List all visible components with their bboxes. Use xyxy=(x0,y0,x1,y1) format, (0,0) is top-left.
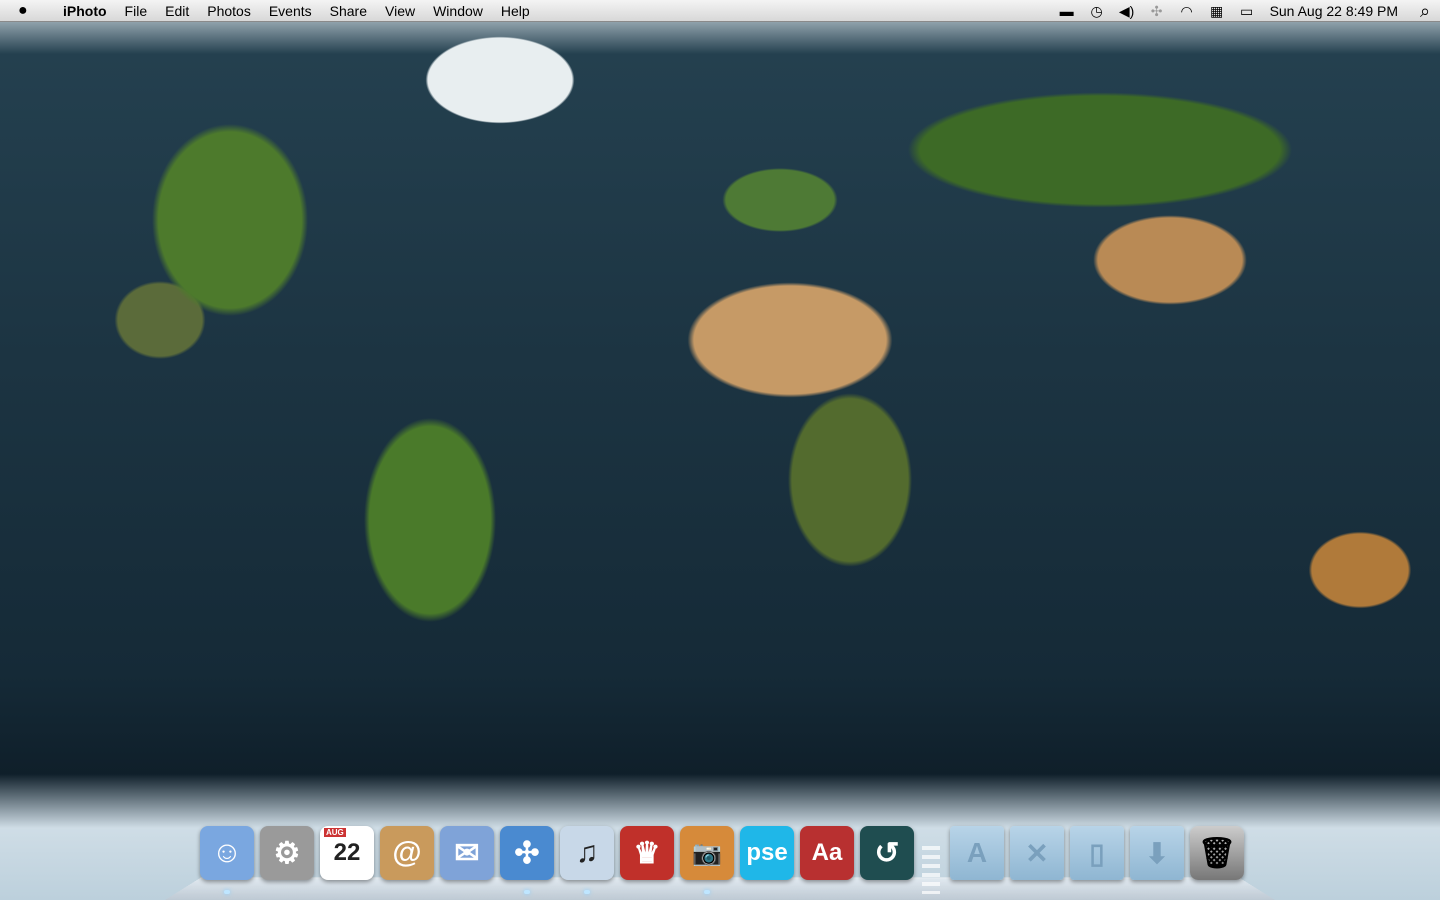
dock-app-address-book[interactable]: @ xyxy=(380,826,434,880)
folder-glyph-icon: ▯ xyxy=(1089,837,1105,869)
dock-shelf xyxy=(165,877,1275,900)
trash-icon: 🗑 xyxy=(1197,836,1237,870)
menu-window[interactable]: Window xyxy=(424,3,492,19)
dock-app-ical[interactable]: 22 AUG xyxy=(320,826,374,880)
dock-icon-glyph: ♫ xyxy=(575,836,599,869)
display-icon[interactable]: ▬ xyxy=(1052,3,1082,19)
dock-app-photoshop-elements[interactable]: pse xyxy=(740,826,794,880)
dock-icon-glyph: ✉ xyxy=(454,836,480,870)
dock-folder-documents[interactable]: ▯ xyxy=(1070,826,1124,880)
dock-folder-applications[interactable]: A xyxy=(950,826,1004,880)
dock-icon-glyph: @ xyxy=(392,836,422,869)
dock-icon-glyph: ♛ xyxy=(633,836,661,870)
menu-bar: ● iPhoto File Edit Photos Events Share V… xyxy=(0,0,1440,22)
menu-edit[interactable]: Edit xyxy=(156,3,198,19)
dock-icon-glyph: 📷 xyxy=(692,839,722,867)
menu-events[interactable]: Events xyxy=(260,3,321,19)
folder-glyph-icon: ✕ xyxy=(1025,837,1049,869)
bluetooth-icon[interactable]: ✣ xyxy=(1142,3,1172,20)
running-indicator xyxy=(704,890,710,894)
ical-month: AUG xyxy=(324,828,346,837)
dock-icon-glyph: pse xyxy=(746,839,788,866)
dock-app-iphoto[interactable]: 📷 xyxy=(680,826,734,880)
dock-separator[interactable] xyxy=(922,846,940,894)
running-indicator xyxy=(524,890,530,894)
running-indicator xyxy=(584,890,590,894)
dock-icon-glyph: Aa xyxy=(811,839,843,866)
dock-icon-glyph: 22 xyxy=(333,839,361,866)
folder-glyph-icon: ⬇ xyxy=(1145,837,1169,869)
folder-glyph-icon: A xyxy=(966,837,988,868)
dock-folder-utilities[interactable]: ✕ xyxy=(1010,826,1064,880)
dock-app-safari[interactable]: ✣ xyxy=(500,826,554,880)
dock-folder-downloads[interactable]: ⬇ xyxy=(1130,826,1184,880)
spotlight-icon[interactable]: ⌕ xyxy=(1410,1,1440,22)
battery-icon[interactable]: ▭ xyxy=(1232,3,1262,20)
dock-icon-glyph: ⚙ xyxy=(273,836,301,870)
dock-app-time-machine[interactable]: ↺ xyxy=(860,826,914,880)
dock-app-front-row[interactable]: ♛ xyxy=(620,826,674,880)
running-indicator xyxy=(224,890,230,894)
clock[interactable]: Sun Aug 22 8:49 PM xyxy=(1262,3,1410,19)
dock-icon-glyph: ✣ xyxy=(514,836,540,870)
dock-icon-glyph: ☺ xyxy=(211,836,243,869)
menu-help[interactable]: Help xyxy=(492,3,539,19)
dock-trash[interactable]: 🗑 xyxy=(1190,826,1244,880)
dock-app-finder[interactable]: ☺ xyxy=(200,826,254,880)
dock-app-dictionary[interactable]: Aa xyxy=(800,826,854,880)
menu-photos[interactable]: Photos xyxy=(198,3,260,19)
menu-view[interactable]: View xyxy=(376,3,424,19)
time-machine-icon[interactable]: ◷ xyxy=(1082,3,1112,20)
dock-app-system-preferences[interactable]: ⚙ xyxy=(260,826,314,880)
menu-app-iphoto[interactable]: iPhoto xyxy=(54,3,116,19)
wifi-icon[interactable]: ◠ xyxy=(1172,3,1202,20)
apple-menu-icon[interactable]: ● xyxy=(18,2,38,20)
volume-icon[interactable]: ◀) xyxy=(1112,3,1142,20)
input-menu-icon[interactable]: ▦ xyxy=(1202,3,1232,20)
dock-app-itunes[interactable]: ♫ xyxy=(560,826,614,880)
menu-share[interactable]: Share xyxy=(321,3,376,19)
menu-file[interactable]: File xyxy=(116,3,157,19)
dock-app-mail[interactable]: ✉ xyxy=(440,826,494,880)
dock-icon-glyph: ↺ xyxy=(874,836,900,870)
